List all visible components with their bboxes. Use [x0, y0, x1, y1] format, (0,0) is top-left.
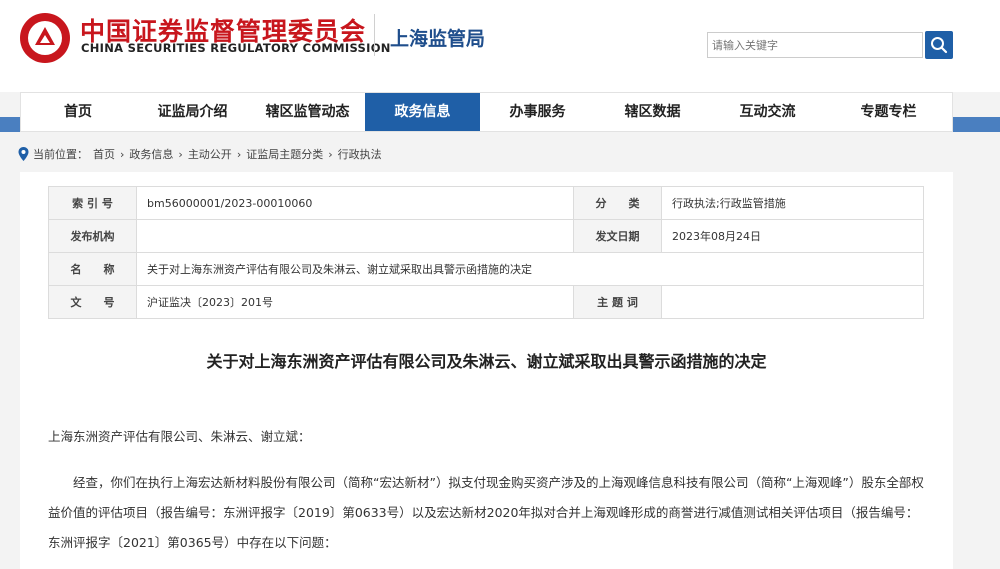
breadcrumb-separator: › — [328, 147, 333, 161]
breadcrumb-separator: › — [178, 147, 183, 161]
index-label: 索 引 号 — [48, 186, 137, 220]
header-divider — [374, 14, 375, 56]
meta-row: 文 号 沪证监决〔2023〕201号 主 题 词 — [48, 285, 924, 319]
org-name-en[interactable]: CHINA SECURITIES REGULATORY COMMISSION — [81, 41, 391, 55]
nav-item-interaction[interactable]: 互动交流 — [710, 93, 825, 131]
meta-row: 索 引 号 bm56000001/2023-00010060 分 类 行政执法;… — [48, 186, 924, 220]
breadcrumb-separator: › — [120, 147, 125, 161]
meta-row: 名 称 关于对上海东洲资产评估有限公司及朱淋云、谢立斌采取出具警示函措施的决定 — [48, 252, 924, 286]
article-salutation: 上海东洲资产评估有限公司、朱淋云、谢立斌： — [48, 429, 311, 444]
breadcrumb-item-government-info[interactable]: 政务信息 — [129, 146, 173, 162]
nav-item-data[interactable]: 辖区数据 — [595, 93, 710, 131]
issuer-value — [136, 219, 574, 253]
document-meta-table: 索 引 号 bm56000001/2023-00010060 分 类 行政执法;… — [48, 186, 924, 319]
index-value: bm56000001/2023-00010060 — [136, 186, 574, 220]
name-value: 关于对上海东洲资产评估有限公司及朱淋云、谢立斌采取出具警示函措施的决定 — [136, 252, 924, 286]
category-label: 分 类 — [573, 186, 662, 220]
search-button[interactable] — [925, 31, 953, 59]
breadcrumb-separator: › — [236, 147, 242, 161]
bureau-name[interactable]: 上海监管局 — [390, 24, 485, 51]
article-paragraph: 经查，你们在执行上海宏达新材料股份有限公司（简称“宏达新材”）拟支付现金购买资产… — [48, 475, 924, 550]
search-icon — [931, 37, 948, 54]
nav-item-regulatory-news[interactable]: 辖区监管动态 — [250, 93, 365, 131]
breadcrumb-item-home[interactable]: 首页 — [93, 146, 115, 162]
breadcrumb: 当前位置： 首页 › 政务信息 › 主动公开 › 证监局主题分类 › 行政执法 — [18, 146, 387, 162]
keyword-value — [661, 285, 924, 319]
keyword-label: 主 题 词 — [573, 285, 662, 319]
breadcrumb-label: 当前位置： — [33, 148, 88, 161]
breadcrumb-item-public[interactable]: 主动公开 — [188, 146, 232, 162]
nav-item-government-info[interactable]: 政务信息 — [365, 93, 480, 131]
nav-item-about[interactable]: 证监局介绍 — [135, 93, 250, 131]
meta-row: 发布机构 发文日期 2023年08月24日 — [48, 219, 924, 253]
nav-item-special-topics[interactable]: 专题专栏 — [825, 93, 952, 131]
nav-item-services[interactable]: 办事服务 — [480, 93, 595, 131]
csrc-logo-icon[interactable] — [20, 13, 70, 63]
main-nav: 首页 证监局介绍 辖区监管动态 政务信息 办事服务 辖区数据 互动交流 专题专栏 — [20, 92, 953, 132]
location-pin-icon — [18, 147, 29, 161]
issuer-label: 发布机构 — [48, 219, 137, 253]
article-title: 关于对上海东洲资产评估有限公司及朱淋云、谢立斌采取出具警示函措施的决定 — [206, 352, 767, 371]
site-header: 中国证券监督管理委员会 CHINA SECURITIES REGULATORY … — [0, 0, 1000, 92]
date-label: 发文日期 — [573, 219, 662, 253]
breadcrumb-item-enforcement[interactable]: 行政执法 — [338, 146, 382, 162]
search-input[interactable] — [707, 32, 923, 58]
date-value: 2023年08月24日 — [661, 219, 924, 253]
docno-value: 沪证监决〔2023〕201号 — [136, 285, 574, 319]
name-label: 名 称 — [48, 252, 137, 286]
breadcrumb-item-topic[interactable]: 证监局主题分类 — [246, 146, 323, 162]
category-value: 行政执法;行政监管措施 — [661, 186, 924, 220]
docno-label: 文 号 — [48, 285, 137, 319]
nav-item-home[interactable]: 首页 — [21, 93, 135, 131]
